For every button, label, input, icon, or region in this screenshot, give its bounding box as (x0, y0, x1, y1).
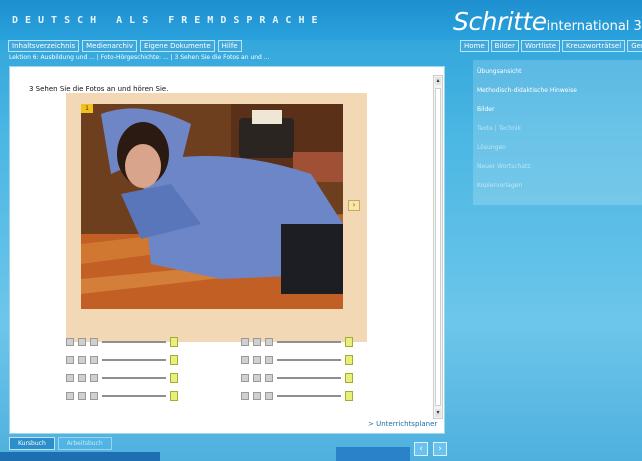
stop-icon[interactable] (241, 392, 249, 400)
side-item-hinweise[interactable]: Methodisch-didaktische Hinweise (477, 87, 577, 94)
stop-icon[interactable] (241, 356, 249, 364)
book-tabs: Kursbuch Arbeitsbuch (9, 437, 112, 450)
audio-player[interactable] (241, 373, 353, 383)
tab-wortliste[interactable]: Wortliste (521, 40, 561, 52)
tab-inhaltsverzeichnis[interactable]: Inhaltsverzeichnis (8, 40, 80, 52)
stop-icon[interactable] (66, 374, 74, 382)
stop-icon[interactable] (241, 338, 249, 346)
tab-arbeitsbuch[interactable]: Arbeitsbuch (57, 437, 112, 450)
logo-sub-text: international 3 (546, 19, 642, 34)
product-logo[interactable]: Schritteinternational 3 (453, 7, 642, 36)
bottom-nav-bar (336, 447, 410, 461)
photo-frame: 1 › (66, 93, 367, 342)
side-item-bilder[interactable]: Bilder (477, 106, 494, 113)
audio-players (66, 337, 376, 407)
bottom-status-bar (0, 452, 160, 461)
stop-icon[interactable] (66, 392, 74, 400)
main-nav-tabs: Inhaltsverzeichnis Medienarchiv Eigene D… (8, 40, 242, 52)
scroll-up-icon[interactable]: ▴ (435, 77, 441, 85)
pause-icon[interactable] (265, 392, 273, 400)
unterrichtsplaner-link[interactable]: > Unterrichtsplaner (368, 420, 437, 428)
transcript-icon[interactable] (345, 391, 353, 401)
play-icon[interactable] (253, 356, 261, 364)
photo-number-badge: 1 (81, 104, 93, 113)
progress-track[interactable] (277, 395, 341, 397)
tab-eigene-dokumente[interactable]: Eigene Dokumente (140, 40, 215, 52)
audio-player[interactable] (66, 391, 178, 401)
play-icon[interactable] (253, 374, 261, 382)
side-item-texte-technik[interactable]: Texte | Technik (477, 125, 521, 132)
progress-track[interactable] (102, 341, 166, 343)
audio-player[interactable] (66, 355, 178, 365)
photo-illustration (81, 104, 343, 309)
transcript-icon[interactable] (345, 355, 353, 365)
audio-player[interactable] (241, 355, 353, 365)
pause-icon[interactable] (265, 356, 273, 364)
tab-genera[interactable]: Genera (627, 40, 642, 52)
side-item-loesungen[interactable]: Lösungen (477, 144, 506, 151)
audio-player[interactable] (241, 391, 353, 401)
tab-home[interactable]: Home (460, 40, 489, 52)
course-title: DEUTSCH ALS FREMDSPRACHE (12, 15, 325, 26)
play-icon[interactable] (78, 338, 86, 346)
side-panel: Übungsansicht Methodisch-didaktische Hin… (473, 60, 642, 205)
breadcrumb[interactable]: Lektion 6: Ausbildung und ... | Foto-Hör… (9, 54, 449, 61)
transcript-icon[interactable] (170, 391, 178, 401)
tool-tabs: Home Bilder Wortliste Kreuzworträtsel Ge… (460, 40, 642, 52)
transcript-icon[interactable] (345, 373, 353, 383)
logo-main-text: Schritte (453, 7, 547, 36)
audio-player[interactable] (66, 337, 178, 347)
transcript-icon[interactable] (345, 337, 353, 347)
progress-track[interactable] (277, 359, 341, 361)
play-icon[interactable] (253, 392, 261, 400)
side-item-uebungsansicht[interactable]: Übungsansicht (477, 68, 521, 75)
transcript-icon[interactable] (170, 337, 178, 347)
audio-player[interactable] (66, 373, 178, 383)
next-page-icon[interactable]: › (433, 442, 447, 456)
progress-track[interactable] (102, 395, 166, 397)
pause-icon[interactable] (265, 374, 273, 382)
tab-kursbuch[interactable]: Kursbuch (9, 437, 55, 450)
pause-icon[interactable] (265, 338, 273, 346)
side-item-kopiervorlagen[interactable]: Kopiervorlagen (477, 182, 522, 189)
progress-track[interactable] (102, 359, 166, 361)
stop-icon[interactable] (66, 338, 74, 346)
stop-icon[interactable] (66, 356, 74, 364)
transcript-icon[interactable] (170, 355, 178, 365)
play-icon[interactable] (78, 356, 86, 364)
tab-bilder[interactable]: Bilder (490, 40, 519, 52)
scroll-down-icon[interactable]: ▾ (435, 409, 441, 417)
tab-kreuzwortraetsel[interactable]: Kreuzworträtsel (562, 40, 626, 52)
play-icon[interactable] (78, 392, 86, 400)
transcript-icon[interactable] (170, 373, 178, 383)
play-icon[interactable] (78, 374, 86, 382)
pause-icon[interactable] (90, 392, 98, 400)
scroll-thumb[interactable] (435, 88, 441, 406)
tab-hilfe[interactable]: Hilfe (217, 40, 242, 52)
side-item-wortschatz[interactable]: Neuer Wortschatz (477, 163, 531, 170)
stop-icon[interactable] (241, 374, 249, 382)
progress-track[interactable] (277, 341, 341, 343)
prev-page-icon[interactable]: ‹ (414, 442, 428, 456)
play-icon[interactable] (253, 338, 261, 346)
exercise-panel: 3 Sehen Sie die Fotos an und hören Sie. … (9, 66, 445, 434)
chevron-right-icon[interactable]: › (348, 200, 360, 211)
progress-track[interactable] (102, 377, 166, 379)
progress-track[interactable] (277, 377, 341, 379)
pause-icon[interactable] (90, 374, 98, 382)
vertical-scrollbar[interactable]: ▴ ▾ (433, 75, 443, 419)
tab-medienarchiv[interactable]: Medienarchiv (82, 40, 138, 52)
audio-player[interactable] (241, 337, 353, 347)
exercise-instruction: 3 Sehen Sie die Fotos an und hören Sie. (29, 85, 169, 93)
pause-icon[interactable] (90, 356, 98, 364)
pause-icon[interactable] (90, 338, 98, 346)
story-photo[interactable] (81, 104, 343, 309)
